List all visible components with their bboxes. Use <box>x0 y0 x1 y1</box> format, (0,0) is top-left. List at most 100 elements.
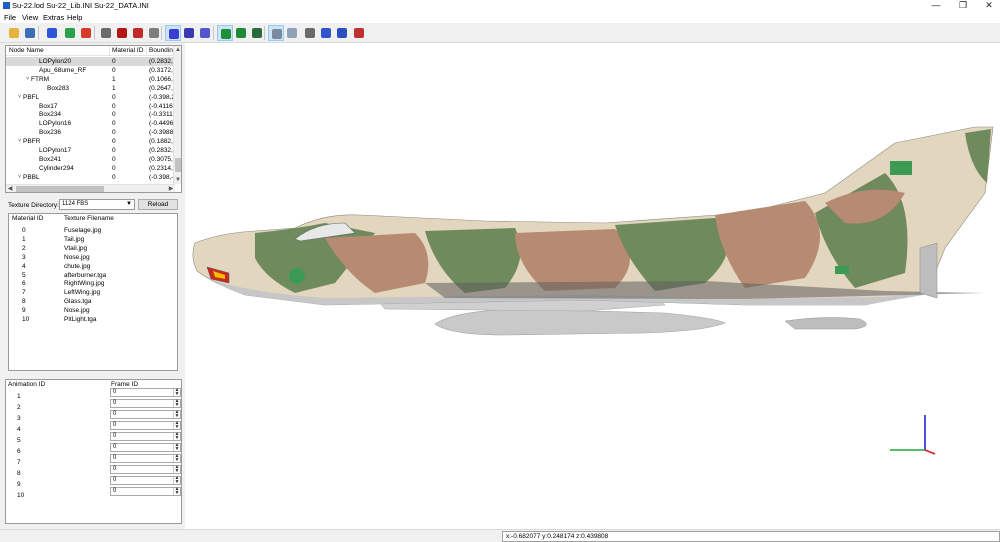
red-cube-wire-icon[interactable] <box>146 25 162 41</box>
menu-extras[interactable]: Extras <box>43 13 64 22</box>
node-tree-hscroll[interactable]: ◀ ▶ <box>6 184 175 192</box>
menu-file[interactable]: File <box>4 13 16 22</box>
tree-node-row[interactable]: LOPylon17 0 (0.2832,2. <box>6 146 174 155</box>
texture-row[interactable]: 3 Nose.jpg <box>9 253 177 262</box>
tools-icon[interactable] <box>351 25 367 41</box>
open-folder-icon[interactable] <box>6 25 22 41</box>
spin-arrows-icon[interactable]: ▲ ▼ <box>173 399 180 407</box>
tree-node-row[interactable]: Box241 0 (0.3075,2. <box>6 155 174 164</box>
texture-row[interactable]: 0 Fuselage.jpg <box>9 226 177 235</box>
tree-node-row[interactable]: ˅PBFR 0 (0.1882,2. <box>6 137 174 146</box>
tree-node-row[interactable]: ˅PBFL 0 (-0.398,2. <box>6 93 174 102</box>
spin-arrows-icon[interactable]: ▲ ▼ <box>173 443 180 451</box>
frame-id-stepper[interactable]: 0 ▲ ▼ <box>110 465 181 474</box>
red-cube-shaded-icon[interactable] <box>130 25 146 41</box>
texture-row[interactable]: 5 afterburner.tga <box>9 271 177 280</box>
scroll-up-icon[interactable]: ▲ <box>174 46 181 54</box>
maximize-button[interactable]: ❐ <box>952 0 974 12</box>
frame-id-stepper[interactable]: 0 ▲ ▼ <box>110 432 181 441</box>
axis-y-icon[interactable] <box>62 25 78 41</box>
node-tree[interactable]: Node Name Material ID Bounding LOPylon20… <box>5 45 182 193</box>
tree-node-row[interactable]: LOPylon16 0 (-0.4496,2. <box>6 119 174 128</box>
axes-icon[interactable] <box>318 25 334 41</box>
tree-node-row[interactable]: Box236 0 (-0.3988,2. <box>6 128 174 137</box>
animation-table[interactable]: Animation ID Frame ID 1 0 ▲ ▼ 2 0 ▲ ▼ 3 0 ▲ ▼ 4 0 ▲ ▼ 5 0… <box>5 379 182 524</box>
animation-id: 1 <box>17 393 21 400</box>
tree-node-row[interactable]: Apu_68ume_RF 0 (0.3172,0. <box>6 66 174 75</box>
menu-view[interactable]: View <box>22 13 38 22</box>
frame-id-stepper[interactable]: 0 ▲ ▼ <box>110 410 181 419</box>
frame-id-stepper[interactable]: 0 ▲ ▼ <box>110 399 181 408</box>
spin-arrows-icon[interactable]: ▲ ▼ <box>173 410 180 418</box>
hscroll-thumb[interactable] <box>16 186 104 192</box>
chevron-down-icon[interactable]: ˅ <box>18 173 21 182</box>
frame-id-stepper[interactable]: 0 ▲ ▼ <box>110 487 181 496</box>
texture-row[interactable]: 6 RightWing.jpg <box>9 279 177 288</box>
green-sphere-icon[interactable] <box>217 25 233 41</box>
light-cube-icon[interactable] <box>284 25 300 41</box>
spin-arrows-icon[interactable]: ▲ ▼ <box>173 421 180 429</box>
scroll-right-icon[interactable]: ▶ <box>167 185 175 192</box>
chevron-down-icon[interactable]: ˅ <box>18 137 21 146</box>
red-cube-dark-icon-glyph <box>101 28 111 38</box>
blue-box-icon[interactable] <box>197 25 213 41</box>
frame-id-stepper[interactable]: 0 ▲ ▼ <box>110 421 181 430</box>
tree-node-row[interactable]: ˅PBBL 0 (-0.398,-0. <box>6 173 174 182</box>
frame-id-stepper[interactable]: 0 ▲ ▼ <box>110 443 181 452</box>
texture-row[interactable]: 7 LeftWing.jpg <box>9 288 177 297</box>
spin-arrows-icon[interactable]: ▲ ▼ <box>173 388 180 396</box>
red-cube-icon[interactable] <box>114 25 130 41</box>
tree-node-row[interactable]: Box283 1 (0.2647,0. <box>6 84 174 93</box>
model-viewport[interactable] <box>185 43 1000 529</box>
tree-node-row[interactable]: ˅FTRM 1 (0.1066,-0. <box>6 75 174 84</box>
close-button[interactable]: ✕ <box>978 0 1000 12</box>
texture-directory-select[interactable]: 1124 FBS ▼ <box>59 199 135 210</box>
spin-arrows-icon[interactable]: ▲ ▼ <box>173 487 180 495</box>
axis-x-icon[interactable] <box>44 25 60 41</box>
texture-row[interactable]: 2 Vtail.jpg <box>9 244 177 253</box>
tree-node-row[interactable]: Box17 0 (-0.4116,2. <box>6 102 174 111</box>
menu-help[interactable]: Help <box>67 13 82 22</box>
tree-node-row[interactable]: Cylinder294 0 (0.2314,2. <box>6 164 174 173</box>
aircraft-model-render[interactable] <box>185 43 1000 529</box>
tree-node-row[interactable]: Box234 0 (-0.3311,2. <box>6 110 174 119</box>
frame-id-stepper[interactable]: 0 ▲ ▼ <box>110 476 181 485</box>
header-material-id[interactable]: Material ID <box>112 46 143 55</box>
texture-table[interactable]: Material ID Texture Filename 0 Fuselage.j… <box>8 213 178 371</box>
texture-row[interactable]: 1 Tail.jpg <box>9 235 177 244</box>
dark-green-sphere-icon[interactable] <box>249 25 265 41</box>
chevron-down-icon[interactable]: ˅ <box>26 75 29 84</box>
animation-id: 4 <box>17 426 21 433</box>
blue-solid-cube-icon[interactable] <box>181 25 197 41</box>
texture-row[interactable]: 4 chute.jpg <box>9 262 177 271</box>
node-tree-vscroll[interactable]: ▲ ▼ <box>173 46 181 184</box>
axis-z-icon[interactable] <box>78 25 94 41</box>
frame-id-stepper[interactable]: 0 ▲ ▼ <box>110 388 181 397</box>
spin-arrows-icon[interactable]: ▲ ▼ <box>173 432 180 440</box>
scroll-thumb[interactable] <box>175 158 181 172</box>
header-material-id[interactable]: Material ID <box>12 214 43 223</box>
header-texture-filename[interactable]: Texture Filename <box>64 214 114 223</box>
perspective-cube-icon[interactable] <box>334 25 350 41</box>
spin-arrows-icon[interactable]: ▲ ▼ <box>173 465 180 473</box>
scroll-left-icon[interactable]: ◀ <box>6 185 14 192</box>
chevron-down-icon[interactable]: ˅ <box>18 93 21 102</box>
header-animation-id[interactable]: Animation ID <box>8 380 45 389</box>
reload-button[interactable]: Reload <box>138 199 178 210</box>
texture-row[interactable]: 10 PitLight.tga <box>9 315 177 324</box>
minimize-button[interactable]: — <box>925 0 947 12</box>
tree-node-row[interactable]: LOPylon20 0 (0.2832,1. <box>6 57 174 66</box>
texture-row[interactable]: 9 Nose.jpg <box>9 306 177 315</box>
blue-wire-cube-icon[interactable] <box>165 25 181 41</box>
spin-arrows-icon[interactable]: ▲ ▼ <box>173 454 180 462</box>
texture-row[interactable]: 8 Glass.tga <box>9 297 177 306</box>
cube-outline-icon[interactable] <box>302 25 318 41</box>
header-node-name[interactable]: Node Name <box>9 46 44 55</box>
spin-arrows-icon[interactable]: ▲ ▼ <box>173 476 180 484</box>
scroll-down-icon[interactable]: ▼ <box>174 176 181 184</box>
grey-cube-icon[interactable] <box>268 25 284 41</box>
red-cube-dark-icon[interactable] <box>98 25 114 41</box>
green-red-sphere-icon[interactable] <box>233 25 249 41</box>
save-disk-icon[interactable] <box>22 25 38 41</box>
frame-id-stepper[interactable]: 0 ▲ ▼ <box>110 454 181 463</box>
